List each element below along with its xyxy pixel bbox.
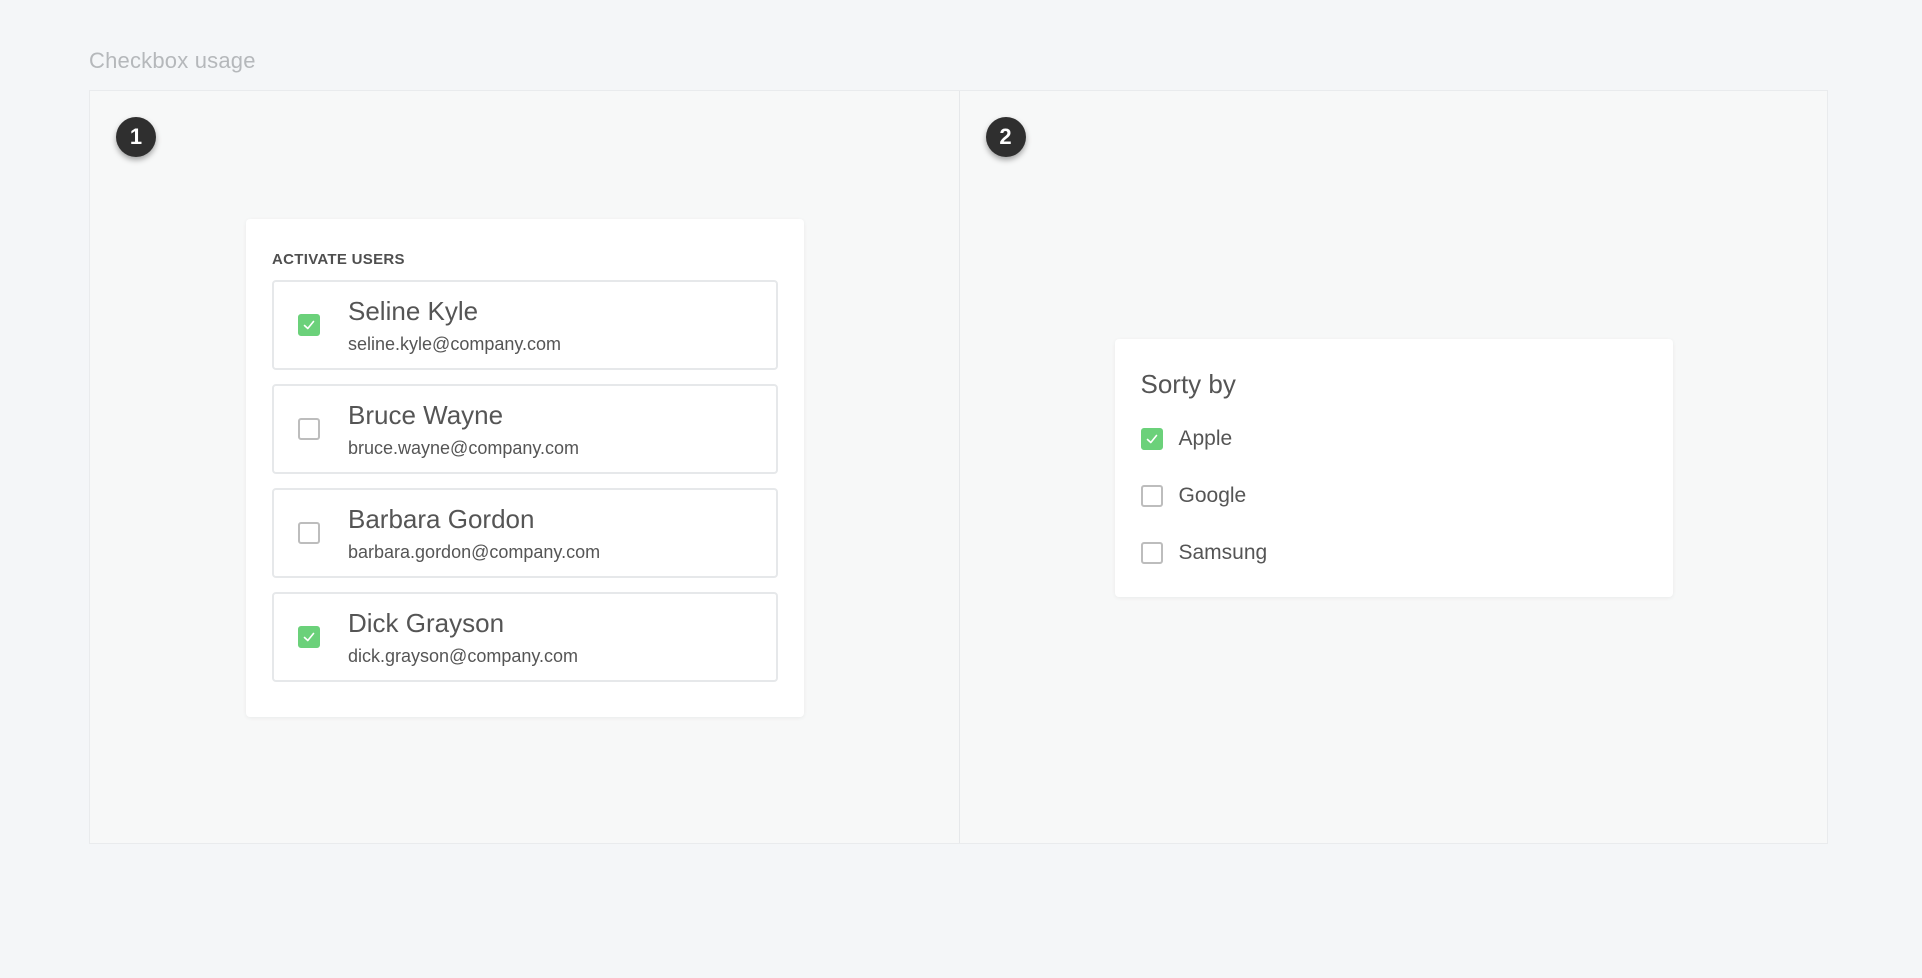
user-text: Seline Kyle seline.kyle@company.com [348,296,561,354]
step-badge-1: 1 [116,117,156,157]
user-name: Dick Grayson [348,608,505,638]
user-checkbox[interactable] [298,626,320,648]
sort-checkbox[interactable] [1140,484,1163,507]
step-badge-2: 2 [985,117,1026,157]
sort-option-samsung[interactable]: Samsung [1140,536,1647,569]
example-panel-1: 1 ACTIVATE USERS Seline Kyle seline.kyle… [90,91,959,843]
user-name: Barbara Gordon [348,504,535,534]
user-text: Bruce Wayne bruce.wayne@company.com [348,400,579,458]
user-checkbox[interactable] [298,314,320,336]
check-icon [1146,434,1157,443]
user-name: Seline Kyle [348,296,479,326]
sort-option-label: Samsung [1178,540,1268,564]
activate-users-heading: ACTIVATE USERS [272,251,405,268]
user-email: seline.kyle@company.com [348,334,562,354]
check-icon [303,632,315,642]
check-icon [303,320,315,330]
sort-option-google[interactable]: Google [1140,479,1647,512]
sort-by-title: Sorty by [1140,369,1236,399]
user-item-barbara-gordon[interactable]: Barbara Gordon barbara.gordon@company.co… [272,488,778,578]
user-text: Barbara Gordon barbara.gordon@company.co… [348,504,600,562]
user-item-seline-kyle[interactable]: Seline Kyle seline.kyle@company.com [272,280,778,370]
sort-option-apple[interactable]: Apple [1140,422,1647,455]
example-panel-2: 2 Sorty by Apple Google Samsung [958,91,1828,843]
sort-checkbox[interactable] [1140,541,1163,564]
user-email: bruce.wayne@company.com [348,438,580,458]
user-checkbox[interactable] [298,522,320,544]
examples-canvas: 1 ACTIVATE USERS Seline Kyle seline.kyle… [89,90,1828,844]
sort-option-label: Google [1178,483,1247,507]
user-email: dick.grayson@company.com [348,646,579,666]
user-name: Bruce Wayne [348,400,504,430]
user-text: Dick Grayson dick.grayson@company.com [348,608,578,666]
activate-users-card: ACTIVATE USERS Seline Kyle seline.kyle@c… [246,219,804,717]
user-item-bruce-wayne[interactable]: Bruce Wayne bruce.wayne@company.com [272,384,778,474]
page-title: Checkbox usage [89,48,256,73]
sort-option-label: Apple [1178,426,1233,450]
user-email: barbara.gordon@company.com [348,542,601,562]
user-checkbox[interactable] [298,418,320,440]
user-item-dick-grayson[interactable]: Dick Grayson dick.grayson@company.com [272,592,778,682]
sort-checkbox[interactable] [1140,427,1163,450]
sort-by-card: Sorty by Apple Google Samsung [1114,339,1673,597]
